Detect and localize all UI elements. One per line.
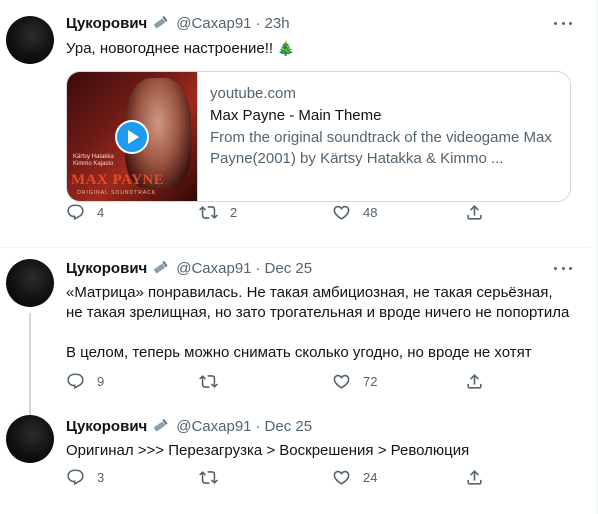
retweet-count: 2 <box>230 204 238 220</box>
retweet-icon <box>199 203 218 222</box>
retweet-button[interactable] <box>199 468 259 487</box>
reply-button[interactable]: 4 <box>66 203 126 222</box>
tweet-timestamp[interactable]: Dec 25 <box>265 418 313 435</box>
author-name[interactable]: Цукорович <box>66 260 147 277</box>
tweet-body: Цукорович @Caxap91 · 23h Ура, новогоднее… <box>66 12 572 202</box>
tweet-timestamp[interactable]: 23h <box>265 15 290 32</box>
syringe-icon <box>152 419 170 433</box>
like-button[interactable]: 48 <box>332 203 392 222</box>
share-button[interactable] <box>465 203 496 222</box>
author-name[interactable]: Цукорович <box>66 418 147 435</box>
author-handle[interactable]: @Caxap91 <box>176 418 251 435</box>
tweet-actions: 3 24 <box>66 467 496 487</box>
like-button[interactable]: 72 <box>332 372 392 391</box>
card-description: From the original soundtrack of the vide… <box>210 129 552 167</box>
author-handle[interactable]: @Caxap91 <box>176 15 251 32</box>
tweet-actions: 4 2 48 <box>66 202 496 222</box>
tweet-header: Цукорович @Caxap91 · 23h <box>66 12 572 34</box>
reply-button[interactable]: 3 <box>66 468 126 487</box>
link-card[interactable]: Kärtsy Hatakka Kimmo Kajasto MAX PAYNE O… <box>66 71 571 202</box>
reply-count: 4 <box>97 204 105 220</box>
tweet-body: Цукорович @Caxap91 · Dec 25 Оригинал >>>… <box>66 415 572 461</box>
tweet-paragraph: «Матрица» понравилась. Не такая амбициоз… <box>66 284 570 321</box>
card-info: youtube.com Max Payne - Main Theme From … <box>198 72 570 201</box>
tweet[interactable]: Цукорович @Caxap91 · Dec 25 Оригинал >>>… <box>0 403 590 514</box>
tweet-header: Цукорович @Caxap91 · Dec 25 <box>66 257 572 279</box>
retweet-button[interactable] <box>199 372 259 391</box>
heart-icon <box>332 372 351 391</box>
play-icon[interactable] <box>115 120 149 154</box>
separator-dot: · <box>255 417 261 435</box>
share-button[interactable] <box>465 468 496 487</box>
reply-icon <box>66 203 85 222</box>
tweet-header: Цукорович @Caxap91 · Dec 25 <box>66 415 572 437</box>
avatar[interactable] <box>6 259 54 307</box>
avatar[interactable] <box>6 415 54 463</box>
reply-icon <box>66 372 85 391</box>
like-button[interactable]: 24 <box>332 468 392 487</box>
card-domain: youtube.com <box>210 85 296 102</box>
tweet-text-content: Оригинал >>> Перезагрузка > Воскрешения … <box>66 442 470 459</box>
reply-button[interactable]: 9 <box>66 372 126 391</box>
share-icon <box>465 203 484 222</box>
card-title: Max Payne - Main Theme <box>210 107 382 124</box>
christmas-tree-emoji: 🎄 <box>277 40 295 56</box>
thumbnail-title: MAX PAYNE <box>71 172 165 188</box>
share-icon <box>465 468 484 487</box>
tweet-text: Оригинал >>> Перезагрузка > Воскрешения … <box>66 441 572 461</box>
more-icon[interactable] <box>554 16 572 30</box>
heart-icon <box>332 203 351 222</box>
retweet-icon <box>199 468 218 487</box>
tweet-paragraph: В целом, теперь можно снимать сколько уг… <box>66 344 532 361</box>
share-button[interactable] <box>465 372 496 391</box>
more-icon[interactable] <box>554 261 572 275</box>
separator-dot: · <box>255 14 261 32</box>
retweet-button[interactable]: 2 <box>199 203 259 222</box>
like-count: 24 <box>363 469 378 485</box>
author-handle[interactable]: @Caxap91 <box>176 260 251 277</box>
share-icon <box>465 372 484 391</box>
card-thumbnail[interactable]: Kärtsy Hatakka Kimmo Kajasto MAX PAYNE O… <box>67 72 198 201</box>
retweet-icon <box>199 372 218 391</box>
avatar[interactable] <box>6 16 54 64</box>
tweet[interactable]: Цукорович @Caxap91 · 23h Ура, новогоднее… <box>0 0 590 248</box>
tweet-text-content: Ура, новогоднее настроение!! <box>66 40 274 57</box>
heart-icon <box>332 468 351 487</box>
thread-line <box>29 313 31 417</box>
tweet-timestamp[interactable]: Dec 25 <box>265 260 313 277</box>
tweet-text: Ура, новогоднее настроение!! 🎄 <box>66 38 572 59</box>
tweet-text: «Матрица» понравилась. Не такая амбициоз… <box>66 283 572 363</box>
like-count: 48 <box>363 204 378 220</box>
separator-dot: · <box>255 259 261 277</box>
timeline: Цукорович @Caxap91 · 23h Ура, новогоднее… <box>0 0 598 514</box>
like-count: 72 <box>363 373 378 389</box>
tweet[interactable]: Цукорович @Caxap91 · Dec 25 «Матрица» по… <box>0 249 590 417</box>
reply-count: 9 <box>97 373 105 389</box>
syringe-icon <box>152 16 170 30</box>
author-name[interactable]: Цукорович <box>66 15 147 32</box>
syringe-icon <box>152 261 170 275</box>
reply-count: 3 <box>97 469 105 485</box>
thumbnail-credits: Kärtsy Hatakka Kimmo Kajasto <box>73 154 114 167</box>
tweet-body: Цукорович @Caxap91 · Dec 25 «Матрица» по… <box>66 257 572 363</box>
thumbnail-subtitle: ORIGINAL SOUNDTRACK <box>77 190 157 196</box>
reply-icon <box>66 468 85 487</box>
tweet-actions: 9 72 <box>66 371 496 391</box>
